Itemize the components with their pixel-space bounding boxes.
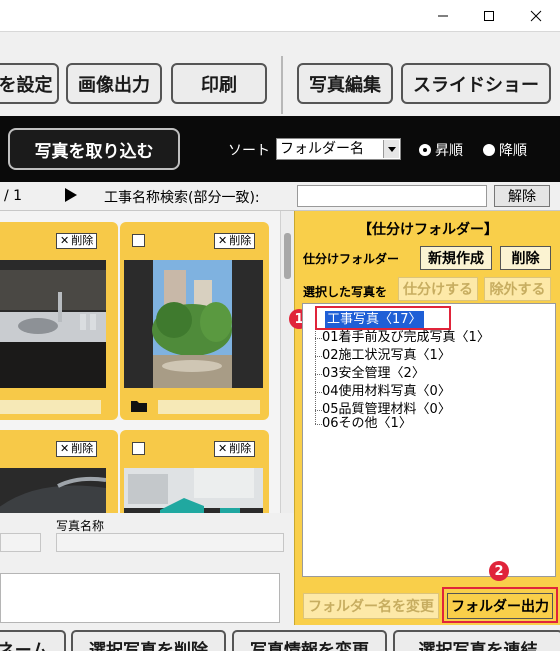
photo-checkbox[interactable] <box>132 234 145 247</box>
delete-x-icon: ✕ <box>60 442 70 455</box>
ascending-label: 昇順 <box>435 143 463 159</box>
maximize-icon[interactable] <box>466 0 512 31</box>
delete-label: 削除 <box>229 442 252 455</box>
photo-grid: ✕ 削除 ✕ 削除 ✕ 削除 ✕ 削除 <box>0 211 280 513</box>
tree-item[interactable]: 03安全管理〈2〉 <box>322 366 425 382</box>
image-output-button[interactable]: 画像出力 <box>66 63 162 104</box>
highlight-box-2 <box>442 587 558 623</box>
tree-item[interactable]: 02施工状況写真〈1〉 <box>322 348 451 364</box>
photo-grid-scrollbar[interactable] <box>280 211 294 513</box>
sort-descending-radio[interactable]: 降順 <box>483 140 527 160</box>
sort-select[interactable]: フォルダー名 <box>276 138 401 160</box>
sort-folder-panel: 【仕分けフォルダー】 仕分けフォルダー 新規作成 削除 選択した写真を 仕分けす… <box>289 211 560 625</box>
tree-item[interactable]: 06その他〈1〉 <box>322 416 412 432</box>
highlight-box-1 <box>315 306 451 330</box>
new-folder-button[interactable]: 新規作成 <box>420 246 492 270</box>
delete-photo-button[interactable]: ✕ 削除 <box>56 233 98 249</box>
panel-title: 【仕分けフォルダー】 <box>358 222 498 238</box>
settings-button[interactable]: を設定 <box>0 63 59 104</box>
delete-label: 削除 <box>229 234 252 247</box>
tree-connector <box>315 338 322 339</box>
scrollbar-thumb[interactable] <box>284 233 291 279</box>
delete-selected-photos-button[interactable]: 選択写真を削除 <box>71 630 226 651</box>
exclude-photos-button[interactable]: 除外する <box>484 277 551 301</box>
delete-x-icon: ✕ <box>218 442 228 455</box>
sort-photos-button[interactable]: 仕分けする <box>398 277 478 301</box>
step-marker-2: 2 <box>489 561 509 581</box>
tree-connector <box>315 424 322 425</box>
photo-card[interactable]: ✕ 削除 <box>0 222 118 420</box>
import-photos-button[interactable]: 写真を取り込む <box>8 128 180 170</box>
sort-select-value: フォルダー名 <box>280 141 364 157</box>
delete-x-icon: ✕ <box>218 234 228 247</box>
chevron-down-icon[interactable] <box>383 140 399 158</box>
search-input[interactable] <box>297 185 487 207</box>
delete-label: 削除 <box>71 442 94 455</box>
change-photo-info-button[interactable]: 写真情報を変更 <box>232 630 387 651</box>
descending-label: 降順 <box>499 143 527 159</box>
tree-item[interactable]: 01着手前及び完成写真〈1〉 <box>322 330 490 346</box>
toolbar: を設定 画像出力 印刷 写真編集 スライドショー <box>0 31 560 116</box>
title-bar <box>0 0 560 31</box>
bottom-bar: ネーム 選択写真を削除 写真情報を変更 選択写真を連結 <box>0 625 560 651</box>
tree-item[interactable]: 04使用材料写真〈0〉 <box>322 384 451 400</box>
folder-tree[interactable]: 工事写真〈17〉 01着手前及び完成写真〈1〉 02施工状況写真〈1〉 03安全… <box>302 303 556 577</box>
radio-selected-icon <box>419 144 431 156</box>
tree-connector <box>315 410 322 411</box>
delete-label: 削除 <box>71 234 94 247</box>
photo-memo-field[interactable] <box>0 573 280 623</box>
photo-card[interactable]: ✕ 削除 <box>0 430 118 513</box>
photo-name-field[interactable] <box>56 533 284 552</box>
photo-thumbnail[interactable] <box>0 468 107 513</box>
photo-thumbnail[interactable] <box>0 260 106 388</box>
photo-number-field[interactable] <box>0 533 41 552</box>
minimize-icon[interactable] <box>420 0 466 31</box>
close-icon[interactable] <box>513 0 559 31</box>
tree-connector <box>315 392 322 393</box>
link-selected-photos-button[interactable]: 選択写真を連結 <box>393 630 560 651</box>
import-bar: 写真を取り込む ソート フォルダー名 昇順 降順 <box>0 116 560 182</box>
photo-name-bar <box>158 400 260 414</box>
photo-name-bar <box>0 400 101 414</box>
photo-thumbnail[interactable] <box>124 260 263 388</box>
delete-photo-button[interactable]: ✕ 削除 <box>214 441 256 457</box>
delete-photo-button[interactable]: ✕ 削除 <box>214 233 256 249</box>
delete-x-icon: ✕ <box>60 234 70 247</box>
photo-name-label: 写真名称 <box>56 519 105 533</box>
delete-folder-button[interactable]: 削除 <box>500 246 551 270</box>
photo-edit-button[interactable]: 写真編集 <box>297 63 393 104</box>
print-button[interactable]: 印刷 <box>171 63 267 104</box>
search-label: 工事名称検索(部分一致): <box>104 190 260 206</box>
folder-icon <box>130 398 148 417</box>
slideshow-button[interactable]: スライドショー <box>401 63 551 104</box>
tree-connector <box>315 356 322 357</box>
next-page-icon[interactable] <box>64 187 78 207</box>
photo-card[interactable]: ✕ 削除 <box>120 430 269 513</box>
sort-label: ソート <box>228 143 270 159</box>
radio-unselected-icon <box>483 144 495 156</box>
delete-photo-button[interactable]: ✕ 削除 <box>56 441 98 457</box>
photo-thumbnail[interactable] <box>124 468 263 513</box>
clear-button[interactable]: 解除 <box>494 185 550 207</box>
sort-folder-label: 仕分けフォルダー <box>303 252 400 266</box>
sort-ascending-radio[interactable]: 昇順 <box>419 140 463 160</box>
photo-checkbox[interactable] <box>132 442 145 455</box>
rename-button[interactable]: ネーム <box>0 630 66 651</box>
toolbar-separator <box>281 56 283 114</box>
page-indicator: / 1 <box>4 188 23 204</box>
photo-card[interactable]: ✕ 削除 <box>120 222 269 420</box>
photo-info-area: 写真名称 <box>0 513 294 625</box>
rename-folder-button[interactable]: フォルダー名を変更 <box>303 593 439 619</box>
search-bar: / 1 工事名称検索(部分一致): 解除 <box>0 182 560 211</box>
tree-connector <box>315 374 322 375</box>
selected-photos-label: 選択した写真を <box>303 285 388 299</box>
